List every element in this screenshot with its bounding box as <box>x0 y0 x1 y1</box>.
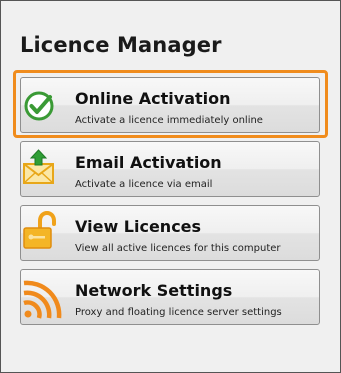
online-activation-button[interactable]: Online Activation Activate a licence imm… <box>20 77 320 133</box>
envelope-upload-icon <box>23 149 54 184</box>
check-circle-icon <box>24 91 54 121</box>
network-signal-icon <box>23 280 62 319</box>
button-label: Network Settings <box>75 281 233 300</box>
unlock-icon <box>23 210 56 249</box>
view-licences-button[interactable]: View Licences View all active licences f… <box>20 205 320 261</box>
licence-manager-window: Licence Manager Online Activation Activa… <box>0 0 341 373</box>
button-label: View Licences <box>75 217 202 236</box>
button-description: Activate a licence via email <box>75 179 213 190</box>
button-description: Activate a licence immediately online <box>75 115 263 126</box>
email-activation-button[interactable]: Email Activation Activate a licence via … <box>20 141 320 197</box>
button-description: Proxy and floating licence server settin… <box>75 307 282 318</box>
network-settings-button[interactable]: Network Settings Proxy and floating lice… <box>20 269 320 325</box>
page-title: Licence Manager <box>20 33 222 57</box>
button-label: Email Activation <box>75 153 222 172</box>
button-label: Online Activation <box>75 89 231 108</box>
button-description: View all active licences for this comput… <box>75 243 281 254</box>
